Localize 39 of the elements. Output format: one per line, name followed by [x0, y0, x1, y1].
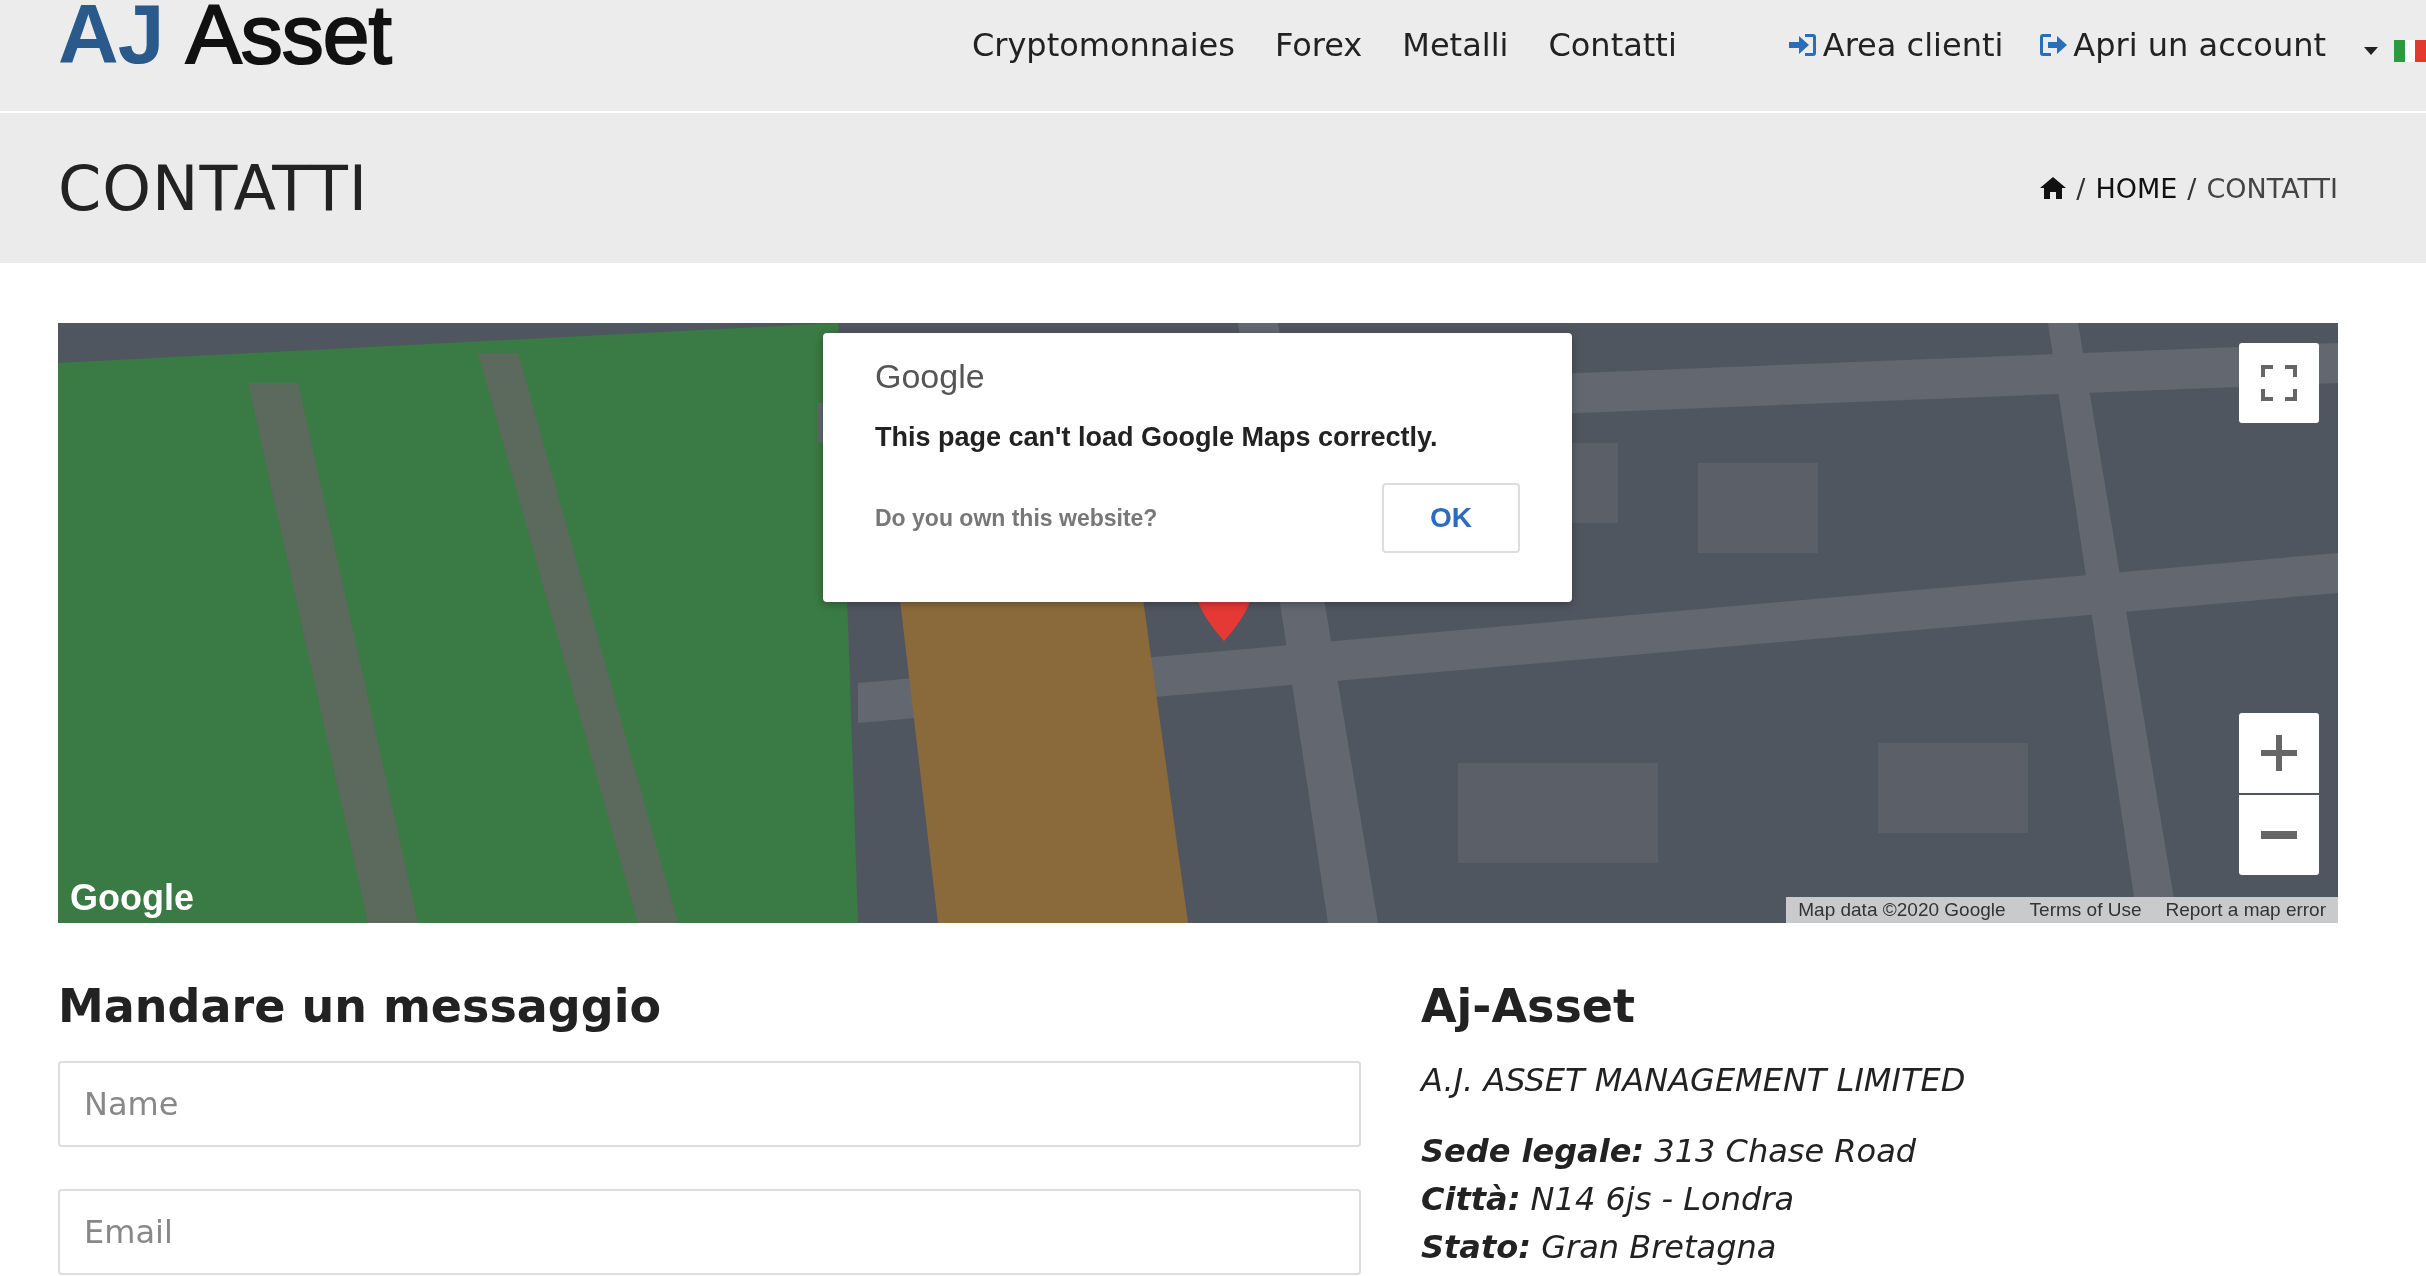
fullscreen-icon [2261, 365, 2297, 401]
breadcrumb-separator: / [2187, 172, 2197, 204]
fullscreen-button[interactable] [2239, 343, 2319, 423]
input-field[interactable]: Email [58, 1189, 1361, 1275]
company-subtitle: A.J. ASSET MANAGEMENT LIMITED [1421, 1061, 1967, 1099]
caret-icon[interactable] [2364, 47, 2378, 55]
breadcrumb-link[interactable]: HOME [2095, 172, 2178, 204]
page-title: CONTATTI [58, 151, 369, 225]
address-line: Sede legale: 313 Chase Road [1421, 1131, 1918, 1172]
nav-link[interactable]: Cryptomonnaies [971, 26, 1235, 64]
attribution-link[interactable]: Report a map error [2165, 899, 2326, 921]
home-icon[interactable] [2040, 177, 2067, 199]
attribution-link[interactable]: Map data ©2020 Google [1798, 899, 2006, 921]
breadcrumb-separator: / [2076, 172, 2086, 204]
form-title: Mandare un messaggio [58, 979, 663, 1033]
nav-link[interactable]: Contatti [1548, 26, 1677, 64]
login-icon [1788, 32, 1817, 58]
company-name: Aj-Asset [1421, 979, 1636, 1033]
input-field[interactable]: Name [58, 1061, 1361, 1147]
account-link[interactable]: Area clienti [1788, 26, 2004, 64]
account-link[interactable]: Apri un account [2039, 26, 2326, 64]
logout-icon [2039, 32, 2068, 58]
minus-icon [2261, 831, 2297, 839]
dialog-brand: Google [875, 357, 986, 396]
nav-link[interactable]: Metalli [1402, 26, 1509, 64]
nav-link[interactable]: Forex [1274, 26, 1363, 64]
breadcrumb-link[interactable]: CONTATTI [2206, 172, 2338, 204]
logo[interactable]: AJ Asset [58, 0, 391, 76]
address-line: Città: N14 6js - Londra [1421, 1179, 1795, 1220]
flag-icon[interactable] [2394, 40, 2426, 62]
dialog-question: Do you own this website? [875, 504, 1158, 532]
ok-button[interactable]: OK [1382, 483, 1520, 553]
plus-icon [2261, 735, 2297, 771]
dialog-message: This page can't load Google Maps correctly. [875, 422, 1439, 453]
attribution-link[interactable]: Terms of Use [2029, 899, 2142, 921]
zoom-out-button[interactable] [2239, 795, 2319, 875]
address-line: Stato: Gran Bretagna [1421, 1227, 1778, 1268]
zoom-in-button[interactable] [2239, 713, 2319, 793]
map-logo: Google [70, 877, 194, 919]
